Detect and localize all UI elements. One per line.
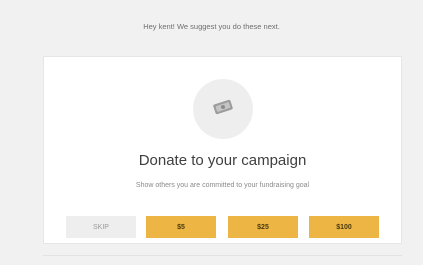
donate-5-button[interactable]: $5 (146, 216, 216, 238)
card-title: Donate to your campaign (138, 152, 307, 169)
icon-circle (192, 79, 253, 139)
page: Hey kent! We suggest you do these next. … (0, 0, 423, 265)
divider (43, 255, 402, 256)
suggestion-text: Hey kent! We suggest you do these next. (143, 22, 280, 31)
donate-card: Donate to your campaign Show others you … (43, 56, 402, 244)
action-row: SKIP $5 $25 $100 (66, 216, 381, 238)
skip-button[interactable]: SKIP (66, 216, 136, 238)
donate-100-button[interactable]: $100 (309, 216, 379, 238)
donate-25-button[interactable]: $25 (228, 216, 298, 238)
money-icon (212, 99, 234, 120)
card-subtitle: Show others you are committed to your fu… (135, 182, 310, 189)
